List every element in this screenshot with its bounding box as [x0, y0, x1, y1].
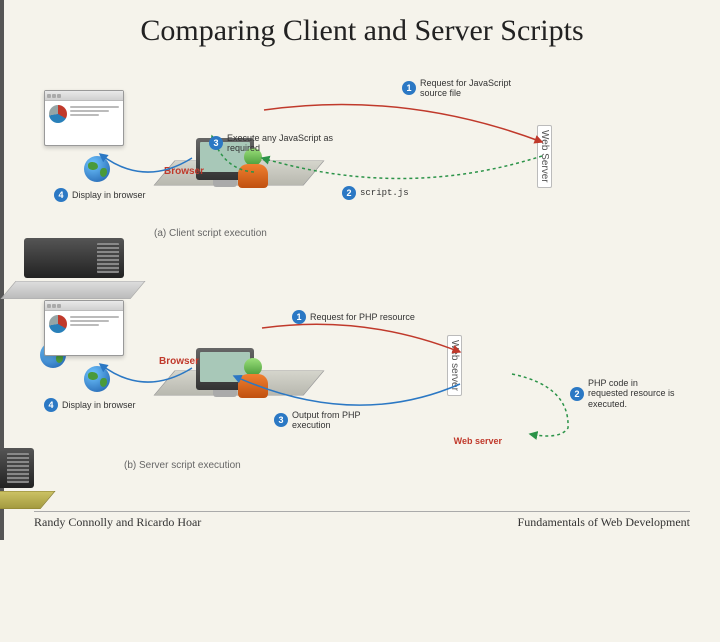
- globe-icon: [84, 156, 110, 182]
- web-server-label: Web server: [447, 335, 462, 396]
- user-icon: [238, 358, 268, 398]
- section-b-caption: (b) Server script execution: [124, 460, 241, 471]
- pie-chart-icon: [49, 315, 67, 333]
- server-icon: [0, 448, 34, 508]
- footer-right: Fundamentals of Web Development: [518, 515, 690, 530]
- browser-window-icon: [44, 90, 124, 146]
- globe-icon: [84, 366, 110, 392]
- diagram-client-script: Browser Web Server 1Request for JavaScri…: [44, 70, 680, 260]
- step-2: 2PHP code in requested resource is execu…: [570, 378, 680, 409]
- web-server-caption: Web server: [454, 436, 502, 446]
- pie-chart-icon: [49, 105, 67, 123]
- step-1: 1Request for PHP resource: [292, 310, 432, 324]
- user-icon: [238, 148, 268, 188]
- web-server-label: Web Server: [537, 125, 552, 188]
- step-3: 3Output from PHP execution: [274, 410, 394, 431]
- section-a-caption: (a) Client script execution: [154, 228, 267, 239]
- browser-label: Browser: [164, 166, 204, 177]
- browser-label: Browser: [159, 356, 199, 367]
- slide-footer: Randy Connolly and Ricardo Hoar Fundamen…: [34, 511, 690, 530]
- footer-left: Randy Connolly and Ricardo Hoar: [34, 515, 201, 530]
- step-4: 4Display in browser: [44, 398, 136, 412]
- browser-window-icon: [44, 300, 124, 356]
- step-2: 2script.js: [342, 186, 409, 200]
- step-1: 1Request for JavaScript source file: [402, 78, 532, 99]
- slide-title: Comparing Client and Server Scripts: [4, 0, 720, 52]
- step-4: 4Display in browser: [54, 188, 146, 202]
- step-3: 3Execute any JavaScript as required: [209, 133, 359, 154]
- diagram-server-script: Browser Web server Web server 1Request f…: [44, 280, 680, 480]
